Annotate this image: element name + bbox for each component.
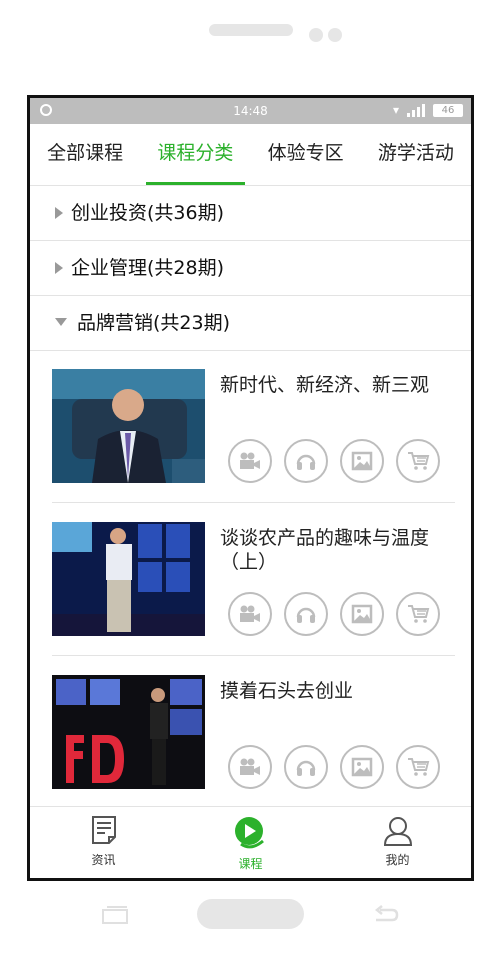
cart-icon[interactable]: [396, 745, 440, 789]
cart-icon[interactable]: [396, 439, 440, 483]
course-title: 新时代、新经济、新三观: [220, 374, 430, 396]
category-label: 品牌营销(共23期): [77, 312, 231, 334]
course-actions: [228, 439, 440, 483]
expand-arrow-icon: [55, 262, 63, 274]
category-label: 创业投资(共36期): [71, 202, 225, 224]
category-tabs: 全部课程 课程分类 体验专区 游学活动: [30, 124, 471, 186]
tab-experience-zone[interactable]: 体验专区: [251, 124, 361, 185]
phone-speaker: [209, 24, 293, 36]
nav-news[interactable]: 资讯: [30, 807, 177, 878]
status-bar: 14:48 ▾ 46: [30, 98, 471, 124]
collapse-arrow-icon: [55, 318, 67, 326]
video-icon[interactable]: [228, 745, 272, 789]
nav-courses-label: 课程: [238, 857, 263, 871]
signal-icon: [407, 104, 427, 117]
nav-profile-label: 我的: [385, 853, 410, 867]
phone-camera: [328, 28, 342, 42]
phone-sensor: [309, 28, 323, 42]
nav-news-label: 资讯: [91, 853, 116, 867]
back-icon[interactable]: [372, 904, 400, 926]
category-label: 企业管理(共28期): [71, 257, 225, 279]
course-item[interactable]: 新时代、新经济、新三观: [52, 351, 455, 503]
nav-profile[interactable]: 我的: [324, 807, 471, 878]
battery-icon: 46: [433, 104, 463, 117]
course-item[interactable]: 摸着石头去创业: [52, 657, 455, 809]
image-icon[interactable]: [340, 439, 384, 483]
bottom-navigation: 资讯 课程 我的: [30, 806, 471, 878]
course-item[interactable]: 谈谈农产品的趣味与温度（上）: [52, 504, 455, 656]
tab-study-tour[interactable]: 游学活动: [361, 124, 471, 185]
course-thumbnail: [52, 675, 205, 789]
tab-all-courses[interactable]: 全部课程: [30, 124, 140, 185]
phone-device: 14:48 ▾ 46 全部课程 课程分类 体验专区 游学活动 创业投资(共36期…: [0, 0, 500, 970]
recent-apps-icon[interactable]: [101, 906, 129, 924]
course-play-icon: [233, 815, 269, 855]
app-screen: 14:48 ▾ 46 全部课程 课程分类 体验专区 游学活动 创业投资(共36期…: [27, 95, 474, 881]
image-icon[interactable]: [340, 745, 384, 789]
wifi-icon: ▾: [392, 103, 399, 117]
audio-icon[interactable]: [284, 745, 328, 789]
profile-icon: [382, 815, 414, 851]
home-button[interactable]: [197, 899, 304, 929]
audio-icon[interactable]: [284, 592, 328, 636]
course-thumbnail: [52, 522, 205, 636]
course-actions: [228, 592, 440, 636]
video-icon[interactable]: [228, 592, 272, 636]
category-startup-investment[interactable]: 创业投资(共36期): [30, 186, 471, 241]
course-title: 摸着石头去创业: [220, 680, 354, 702]
category-brand-marketing[interactable]: 品牌营销(共23期): [30, 296, 471, 351]
course-actions: [228, 745, 440, 789]
cart-icon[interactable]: [396, 592, 440, 636]
category-enterprise-management[interactable]: 企业管理(共28期): [30, 241, 471, 296]
course-thumbnail: [52, 369, 205, 483]
tab-course-categories[interactable]: 课程分类: [140, 124, 250, 185]
video-icon[interactable]: [228, 439, 272, 483]
image-icon[interactable]: [340, 592, 384, 636]
expand-arrow-icon: [55, 207, 63, 219]
nav-courses[interactable]: 课程: [177, 807, 324, 878]
course-title: 谈谈农产品的趣味与温度（上）: [220, 527, 430, 573]
news-icon: [91, 815, 117, 849]
status-time: 14:48: [233, 104, 268, 118]
audio-icon[interactable]: [284, 439, 328, 483]
